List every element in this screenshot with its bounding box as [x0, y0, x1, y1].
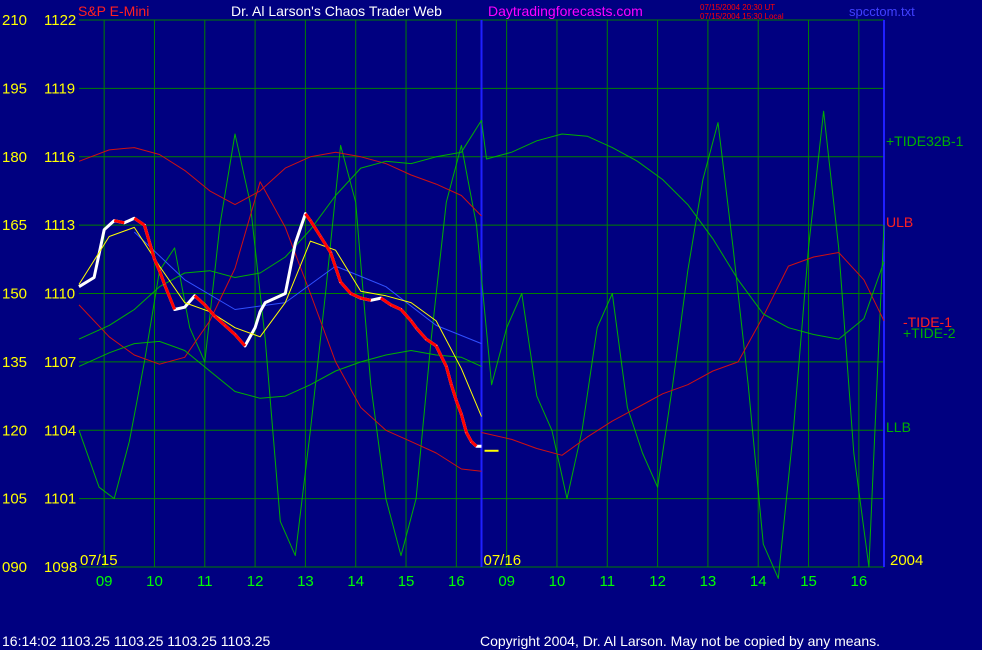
- date-label: 07/15: [80, 552, 118, 569]
- y-tick-label-left: 105: [2, 491, 27, 508]
- y-tick-label-right: 1116: [44, 149, 75, 166]
- y-tick-label-left: 150: [2, 286, 27, 303]
- x-tick-label: 09: [498, 573, 515, 590]
- x-tick-label: 12: [649, 573, 666, 590]
- y-tick-label-right: 1098: [44, 559, 77, 576]
- x-tick-label: 10: [146, 573, 163, 590]
- series-label-tide-2: +TIDE-2: [903, 325, 956, 341]
- y-tick-label-right: 1122: [44, 12, 76, 29]
- y-tick-label-right: 1113: [44, 217, 75, 234]
- series-label-llb: LLB: [886, 419, 911, 435]
- x-tick-label: 11: [197, 573, 213, 590]
- series-label-ulb: ULB: [886, 214, 913, 230]
- x-tick-label: 16: [448, 573, 465, 590]
- y-tick-label-right: 1104: [44, 422, 76, 439]
- year-label: 2004: [890, 552, 923, 569]
- y-tick-label-right: 1101: [44, 491, 76, 508]
- y-tick-label-left: 210: [2, 12, 27, 29]
- x-tick-label: 11: [599, 573, 615, 590]
- y-tick-label-left: 165: [2, 217, 27, 234]
- y-tick-label-left: 090: [2, 559, 27, 576]
- timestamp-ut: 07/15/2004 20:30 UT: [700, 3, 775, 12]
- x-tick-label: 15: [398, 573, 415, 590]
- site-link[interactable]: Daytradingforecasts.com: [488, 3, 643, 19]
- y-tick-label-left: 195: [2, 80, 27, 97]
- x-tick-label: 12: [247, 573, 264, 590]
- x-tick-label: 13: [297, 573, 314, 590]
- y-tick-label-left: 135: [2, 354, 27, 371]
- x-tick-label: 14: [347, 573, 364, 590]
- symbol-title: S&P E-Mini: [78, 3, 149, 19]
- copyright-notice: Copyright 2004, Dr. Al Larson. May not b…: [480, 633, 880, 649]
- x-tick-label: 10: [549, 573, 566, 590]
- timestamp-local: 07/15/2004 15:30 Local: [700, 12, 784, 21]
- data-filename: spcctom.txt: [849, 4, 915, 19]
- status-readout: 16:14:02 1103.25 1103.25 1103.25 1103.25: [2, 633, 271, 649]
- chaos-trader-chart: 210 1122195 1119180 1116165 1113150 1110135 11…: [0, 0, 982, 650]
- app-title: Dr. Al Larson's Chaos Trader Web: [231, 3, 442, 19]
- x-tick-label: 15: [800, 573, 817, 590]
- x-tick-label: 13: [700, 573, 717, 590]
- x-tick-label: 16: [851, 573, 868, 590]
- x-tick-label: 14: [750, 573, 767, 590]
- series-label-tide32b-1: +TIDE32B-1: [886, 133, 964, 149]
- x-tick-label: 09: [96, 573, 113, 590]
- y-tick-label-right: 1110: [44, 286, 75, 303]
- y-tick-label-left: 180: [2, 149, 27, 166]
- date-label: 07/16: [484, 552, 522, 569]
- y-tick-label-left: 120: [2, 422, 27, 439]
- y-tick-label-right: 1119: [44, 80, 75, 97]
- y-tick-label-right: 1107: [44, 354, 76, 371]
